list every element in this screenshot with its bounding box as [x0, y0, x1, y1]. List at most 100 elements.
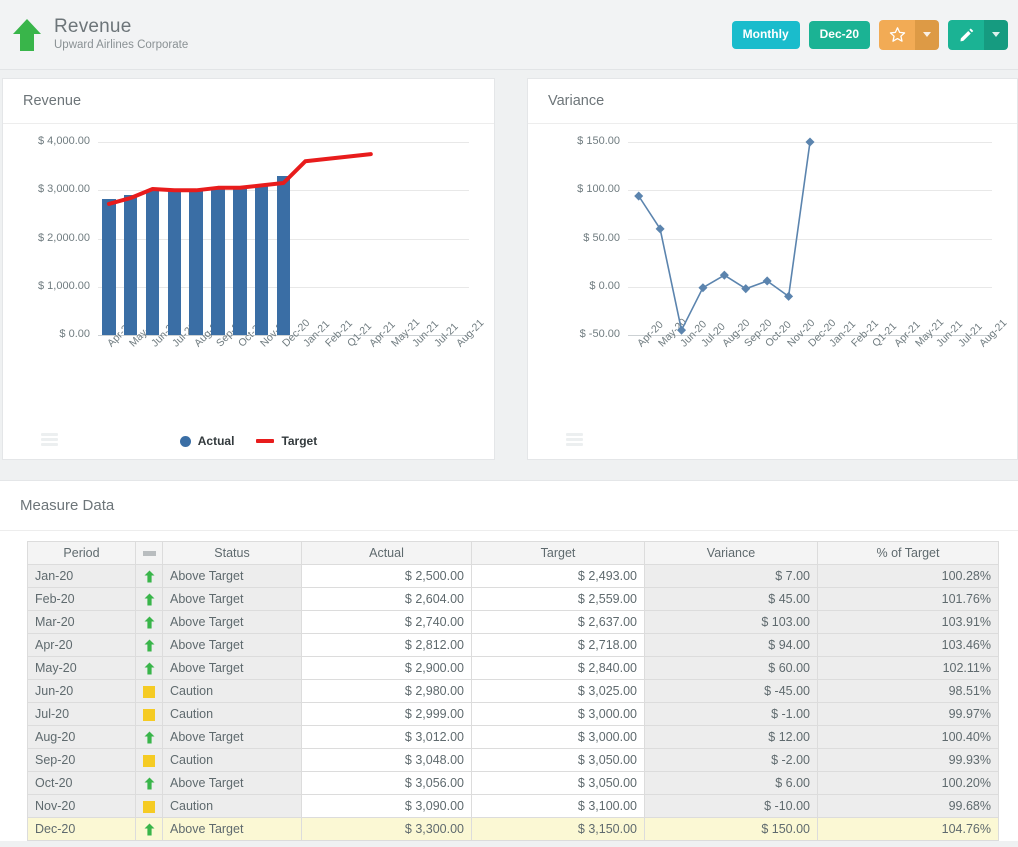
- arrow-up-icon: [144, 616, 155, 629]
- cell-pct-of-target: 99.68%: [817, 794, 999, 818]
- arrow-up-icon: [144, 570, 155, 583]
- cell-variance: $ 94.00: [644, 633, 818, 657]
- table-row[interactable]: Mar-20 Above Target $ 2,740.00 $ 2,637.00 $ …: [27, 610, 999, 634]
- caution-square-icon: [143, 685, 155, 698]
- cell-pct-of-target: 103.91%: [817, 610, 999, 634]
- cell-actual: $ 2,604.00: [301, 587, 472, 611]
- bar-Nov-20[interactable]: [254, 185, 269, 335]
- period-date-pill[interactable]: Dec-20: [808, 20, 870, 49]
- table-row[interactable]: Oct-20 Above Target $ 3,056.00 $ 3,050.00 $ …: [27, 771, 999, 795]
- cell-status-flag: [135, 771, 163, 795]
- bar-Sep-20[interactable]: [211, 187, 225, 335]
- header-actions: Monthly Dec-20: [731, 19, 1008, 50]
- edit-dropdown-toggle[interactable]: [984, 19, 1008, 50]
- gridline: [98, 142, 469, 143]
- series-line-variance: [634, 137, 815, 335]
- cell-period: Mar-20: [27, 610, 136, 634]
- bar-Aug-20[interactable]: [189, 189, 203, 335]
- revenue-panel-title: Revenue: [23, 93, 82, 109]
- table-row[interactable]: Nov-20 Caution $ 3,090.00 $ 3,100.00 $ -10.0…: [27, 794, 999, 818]
- cell-variance: $ 60.00: [644, 656, 818, 680]
- bar-Dec-20[interactable]: [276, 175, 291, 335]
- cell-actual: $ 2,980.00: [301, 679, 472, 703]
- column-header-flag[interactable]: [135, 541, 163, 565]
- column-header-pct-of-target[interactable]: % of Target: [817, 541, 999, 565]
- table-row[interactable]: Dec-20 Above Target $ 3,300.00 $ 3,150.00 $ …: [27, 817, 999, 841]
- cell-status: Caution: [162, 702, 302, 726]
- cell-actual: $ 3,300.00: [301, 817, 472, 841]
- cell-target: $ 2,718.00: [471, 633, 645, 657]
- cell-status: Above Target: [162, 656, 302, 680]
- cell-period: Jan-20: [27, 564, 136, 588]
- favorite-dropdown-toggle[interactable]: [915, 19, 939, 50]
- cell-period: Aug-20: [27, 725, 136, 749]
- bar-Jul-20[interactable]: [167, 190, 182, 335]
- column-header-status[interactable]: Status: [162, 541, 302, 565]
- measure-data-title: Measure Data: [20, 497, 115, 514]
- favorite-split-button[interactable]: [879, 19, 939, 50]
- cell-period: Feb-20: [27, 587, 136, 611]
- cell-status-flag: [135, 702, 163, 726]
- table-row[interactable]: Jun-20 Caution $ 2,980.00 $ 3,025.00 $ -45.0…: [27, 679, 999, 703]
- table-row[interactable]: Jan-20 Above Target $ 2,500.00 $ 2,493.00 $ …: [27, 564, 999, 588]
- cell-variance: $ 7.00: [644, 564, 818, 588]
- cell-target: $ 3,000.00: [471, 725, 645, 749]
- edit-split-button[interactable]: [948, 19, 1008, 50]
- cell-status-flag: [135, 794, 163, 818]
- legend-marker-actual: [179, 435, 191, 447]
- star-icon[interactable]: [879, 19, 915, 50]
- legend-item-target[interactable]: Target: [256, 434, 317, 448]
- gridline: [628, 190, 992, 192]
- cell-status-flag: [135, 633, 163, 657]
- cell-status-flag: [135, 656, 163, 680]
- hamburger-menu-icon[interactable]: [566, 433, 583, 446]
- caution-square-icon: [143, 754, 155, 767]
- cell-status-flag: [135, 610, 163, 634]
- header-title-block: Revenue Upward Airlines Corporate: [54, 16, 732, 53]
- bar-May-20[interactable]: [123, 195, 138, 335]
- upward-arrow-icon: [12, 17, 42, 53]
- column-header-target[interactable]: Target: [471, 541, 645, 565]
- arrow-up-icon: [144, 662, 155, 675]
- table-row[interactable]: Aug-20 Above Target $ 3,012.00 $ 3,000.00 $ …: [27, 725, 999, 749]
- revenue-chart-legend: Actual Target: [3, 434, 494, 448]
- page-subtitle: Upward Airlines Corporate: [54, 39, 189, 51]
- cell-actual: $ 3,056.00: [301, 771, 472, 795]
- table-row[interactable]: Feb-20 Above Target $ 2,604.00 $ 2,559.00 $ …: [27, 587, 999, 611]
- table-row[interactable]: May-20 Above Target $ 2,900.00 $ 2,840.00 $ …: [27, 656, 999, 680]
- period-frequency-pill[interactable]: Monthly: [731, 20, 800, 49]
- y-axis-tick-label: $ -50.00: [579, 328, 620, 340]
- variance-panel-header: Variance: [528, 79, 1017, 124]
- table-row[interactable]: Apr-20 Above Target $ 2,812.00 $ 2,718.00 $ …: [27, 633, 999, 657]
- bar-Jun-20[interactable]: [145, 191, 160, 335]
- arrow-up-icon: [144, 823, 155, 836]
- charts-row: Revenue Actual Target $ 0.00 $ 1,000.00 $ …: [0, 70, 1018, 460]
- cell-status: Above Target: [162, 610, 302, 634]
- table-row[interactable]: Jul-20 Caution $ 2,999.00 $ 3,000.00 $ -1.00…: [27, 702, 999, 726]
- cell-pct-of-target: 101.76%: [817, 587, 999, 611]
- legend-item-actual[interactable]: Actual: [179, 434, 234, 448]
- x-axis-tick-label: Aug-21: [977, 317, 1010, 350]
- cell-actual: $ 3,090.00: [301, 794, 472, 818]
- revenue-chart-canvas[interactable]: Actual Target $ 0.00 $ 1,000.00 $ 2,000.00…: [3, 124, 494, 460]
- column-header-variance[interactable]: Variance: [644, 541, 818, 565]
- cell-variance: $ 45.00: [644, 587, 818, 611]
- bar-Oct-20[interactable]: [233, 187, 247, 335]
- y-axis-tick-label: $ 2,000.00: [38, 231, 90, 244]
- column-header-actual[interactable]: Actual: [301, 541, 472, 565]
- revenue-chart-panel: Revenue Actual Target $ 0.00 $ 1,000.00 $ …: [2, 78, 495, 460]
- cell-actual: $ 2,740.00: [301, 610, 472, 634]
- column-header-period[interactable]: Period: [27, 541, 136, 565]
- bar-Apr-20[interactable]: [102, 199, 116, 335]
- cell-status: Above Target: [162, 587, 302, 611]
- cell-pct-of-target: 104.76%: [817, 817, 999, 841]
- app-header: Revenue Upward Airlines Corporate Monthl…: [0, 0, 1018, 70]
- dash-icon: [142, 551, 156, 557]
- cell-status: Above Target: [162, 725, 302, 749]
- pencil-icon[interactable]: [948, 19, 984, 50]
- cell-pct-of-target: 100.28%: [817, 564, 999, 588]
- y-axis-tick-label: $ 4,000.00: [38, 135, 90, 147]
- table-row[interactable]: Sep-20 Caution $ 3,048.00 $ 3,050.00 $ -2.00…: [27, 748, 999, 772]
- chevron-down-icon: [992, 32, 1000, 37]
- variance-chart-canvas[interactable]: $ -50.00 $ 0.00 $ 50.00 $ 100.00 $ 150.00 Apr…: [528, 124, 1017, 460]
